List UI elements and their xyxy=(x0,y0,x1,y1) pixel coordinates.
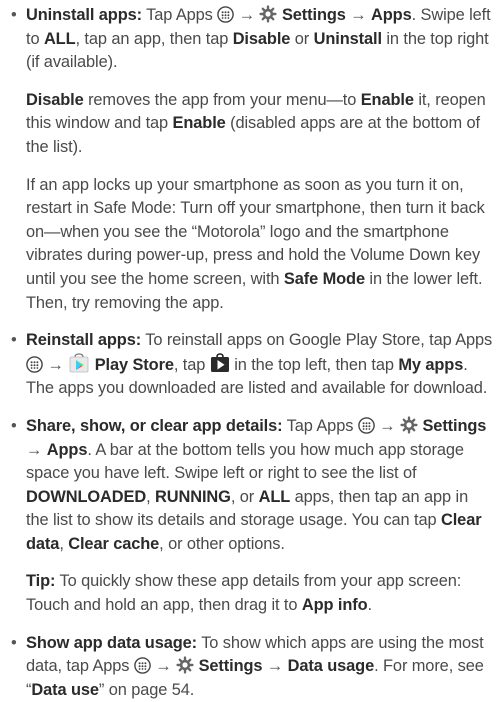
text: ” on page 54. xyxy=(98,680,195,699)
my-apps-label: My apps xyxy=(398,355,464,374)
play-store-label: Play Store xyxy=(94,355,174,374)
text: To quickly show these app details from y… xyxy=(26,572,462,615)
uninstall-apps-label: Uninstall apps: xyxy=(26,6,142,24)
text: . xyxy=(367,596,373,615)
app-details-label: Share, show, or clear app details: xyxy=(26,416,283,435)
data-use-link[interactable]: Data use xyxy=(31,681,99,699)
apps-icon xyxy=(217,6,235,23)
settings-icon xyxy=(400,416,418,434)
tip-paragraph: Tip: To quickly show these app details f… xyxy=(10,570,494,617)
safe-mode-label: Safe Mode xyxy=(283,269,365,288)
text: , xyxy=(59,534,69,553)
all-label: ALL xyxy=(43,29,76,48)
settings-label: Settings xyxy=(198,657,263,676)
arrow: → xyxy=(379,416,396,435)
apps-icon xyxy=(134,657,151,675)
data-usage-title: Show app data usage: xyxy=(26,633,198,652)
uninstall-label: Uninstall xyxy=(313,29,382,48)
disable-paragraph: Disable removes the app from your menu—t… xyxy=(10,89,494,160)
settings-label: Settings xyxy=(281,6,346,24)
all-label: ALL xyxy=(258,487,291,506)
reinstall-apps-item: • Reinstall apps: To reinstall apps on G… xyxy=(10,329,494,401)
enable-label: Enable xyxy=(172,114,226,133)
apps-label: Apps xyxy=(371,6,412,24)
clear-cache-label: Clear cache xyxy=(68,534,160,553)
apps-icon xyxy=(26,355,43,373)
settings-icon xyxy=(176,656,194,674)
apps-icon xyxy=(357,417,375,434)
arrow: → xyxy=(266,657,284,676)
arrow: → xyxy=(350,6,367,24)
bullet: • xyxy=(11,633,17,652)
play-menu-icon xyxy=(210,352,230,373)
bullet: • xyxy=(11,331,17,350)
data-usage-label: Data usage xyxy=(287,657,375,676)
arrow: → xyxy=(47,355,64,374)
bullet: • xyxy=(11,6,17,24)
text: , tap an app, then tap xyxy=(75,29,233,48)
running-label: RUNNING xyxy=(155,487,231,506)
text: , xyxy=(146,487,156,506)
enable-label: Enable xyxy=(360,90,414,109)
disable-label: Disable xyxy=(26,90,84,109)
text: , or xyxy=(230,487,259,506)
safe-mode-paragraph: If an app locks up your smartphone as so… xyxy=(10,174,494,316)
text: in the top left, then tap xyxy=(229,355,399,374)
arrow: → xyxy=(155,657,172,676)
data-usage-item: • Show app data usage: To show which app… xyxy=(10,632,494,702)
arrow: → xyxy=(26,440,43,459)
text: Tap Apps xyxy=(282,416,358,435)
arrow: → xyxy=(238,6,255,24)
text: Tap Apps xyxy=(141,6,218,24)
play-store-icon xyxy=(68,353,90,373)
bullet: • xyxy=(11,416,17,435)
text: , or other options. xyxy=(159,534,285,553)
app-info-label: App info xyxy=(301,596,368,615)
apps-label: Apps xyxy=(46,440,88,459)
settings-icon xyxy=(259,5,278,23)
text: , tap xyxy=(173,355,210,374)
app-details-item: • Share, show, or clear app details: Tap… xyxy=(10,415,494,557)
text: . A bar at the bottom tells you how much… xyxy=(26,440,464,483)
uninstall-apps-item: • Uninstall apps: Tap Apps → Settings → … xyxy=(10,4,494,75)
tip-label: Tip: xyxy=(26,572,56,591)
downloaded-label: DOWNLOADED xyxy=(26,487,147,506)
reinstall-apps-label: Reinstall apps: xyxy=(26,331,142,350)
manual-page: • Uninstall apps: Tap Apps → Settings → … xyxy=(0,0,504,702)
settings-label: Settings xyxy=(422,416,487,435)
text: To reinstall apps on Google Play Store, … xyxy=(141,331,493,350)
text: or xyxy=(290,29,314,48)
text: removes the app from your menu—to xyxy=(83,90,361,109)
disable-label: Disable xyxy=(232,29,291,48)
